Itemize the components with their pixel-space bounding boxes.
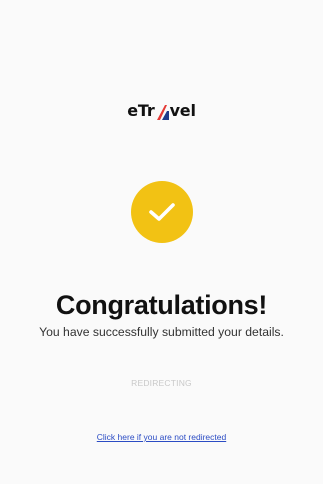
confirmation-page: eTr vel Congratulations! You have succes…: [0, 0, 323, 484]
logo-text-prefix: eTr: [127, 101, 155, 120]
logo-mark-icon: [156, 103, 170, 121]
etravel-logo: eTr vel: [0, 101, 323, 120]
manual-redirect-link[interactable]: Click here if you are not redirected: [0, 432, 323, 442]
redirecting-status: REDIRECTING: [131, 378, 192, 388]
page-title: Congratulations!: [55, 290, 268, 320]
check-icon: [149, 203, 175, 221]
logo-text-suffix: vel: [169, 101, 196, 120]
success-message: You have successfully submitted your det…: [39, 325, 284, 339]
success-badge: [131, 181, 193, 243]
